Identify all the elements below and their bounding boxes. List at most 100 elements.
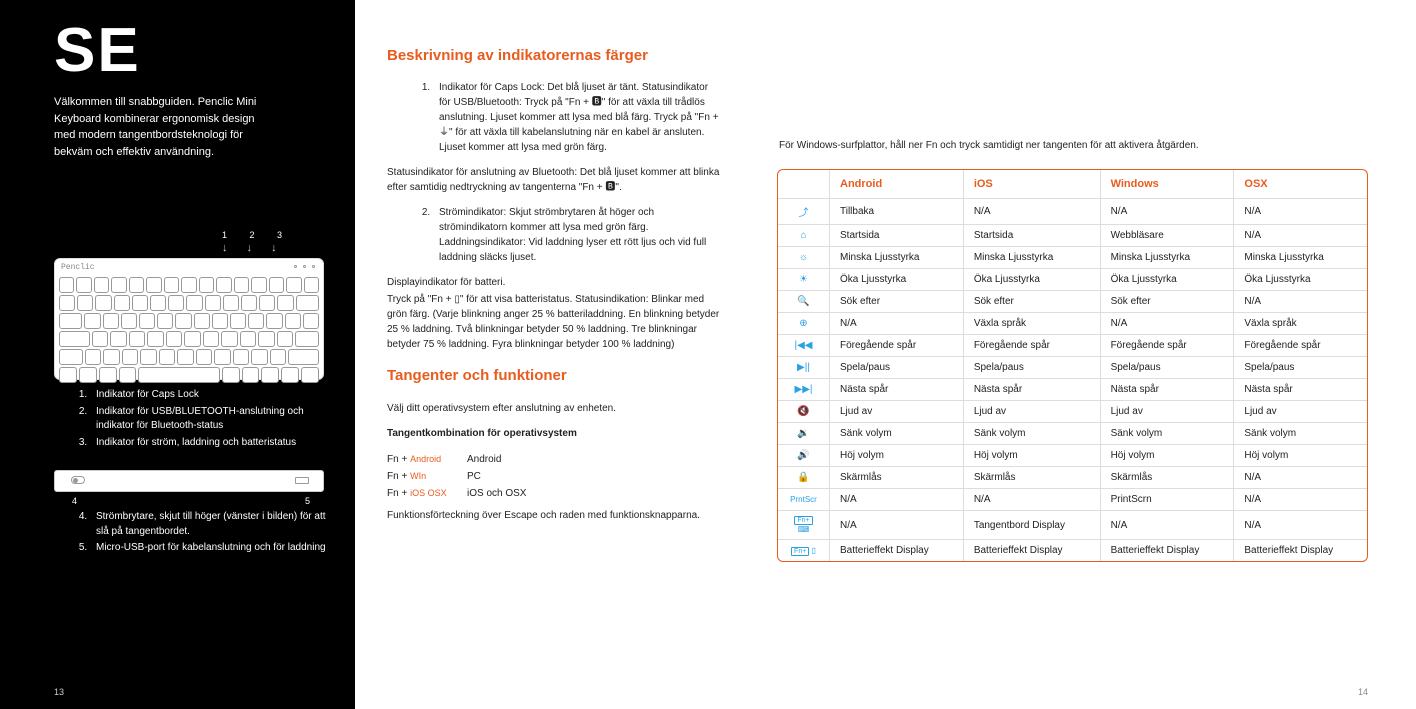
col-osx: OSX	[1234, 170, 1367, 199]
battery-display-desc: Tryck på "Fn + ▯" för att visa batterist…	[387, 292, 721, 352]
table-row: PrntScrN/AN/APrintScrnN/A	[778, 489, 1367, 511]
heading-indicator-colors: Beskrivning av indikatorernas färger	[387, 46, 721, 66]
cell-osx: Minska Ljusstyrka	[1234, 247, 1367, 269]
table-row: 🔉Sänk volymSänk volymSänk volymSänk voly…	[778, 423, 1367, 445]
language-code: SE	[54, 20, 327, 82]
battery-display-heading: Displayindikator för batteri.	[387, 275, 721, 290]
cell-android: N/A	[830, 511, 964, 540]
table-row: |◀◀Föregående spårFöregående spårFöregåe…	[778, 335, 1367, 357]
cell-ios: Spela/paus	[964, 357, 1101, 379]
indicator-list-1: Indikator för Caps Lock Indikator för US…	[54, 388, 327, 450]
cell-android: Batterieffekt Display	[830, 540, 964, 561]
cell-android: Sök efter	[830, 291, 964, 313]
function-icon: Fn+ ▯	[778, 540, 830, 561]
usb-port-icon	[295, 477, 309, 484]
kb-indicator-arrows: ↓ ↓ ↓	[222, 242, 327, 254]
list-item: Indikator för Caps Lock	[90, 388, 327, 403]
function-icon: ☀	[778, 269, 830, 291]
list-item: Indikator för ström, laddning och batter…	[90, 436, 327, 451]
cell-android: Sänk volym	[830, 423, 964, 445]
cell-ios: Öka Ljusstyrka	[964, 269, 1101, 291]
function-table: Android iOS Windows OSX ⤴TillbakaN/AN/AN…	[777, 169, 1368, 562]
cell-osx: Sänk volym	[1234, 423, 1367, 445]
indicator-desc-list-2: Strömindikator: Skjut strömbrytaren åt h…	[387, 205, 721, 265]
cell-osx: Batterieffekt Display	[1234, 540, 1367, 561]
cell-windows: Nästa spår	[1101, 379, 1235, 401]
usb-illustration	[54, 470, 324, 492]
cell-windows: Ljud av	[1101, 401, 1235, 423]
function-icon: ⊕	[778, 313, 830, 335]
cell-windows: N/A	[1101, 313, 1235, 335]
combo-value: PC	[467, 468, 481, 485]
cell-ios: Sänk volym	[964, 423, 1101, 445]
cell-osx: Spela/paus	[1234, 357, 1367, 379]
cell-osx: N/A	[1234, 199, 1367, 225]
keyboard-illustration: Penclic	[54, 258, 324, 380]
combo-list: Fn + AndroidAndroidFn + WInPCFn + iOS OS…	[387, 451, 721, 502]
cell-osx: Öka Ljusstyrka	[1234, 269, 1367, 291]
cell-android: Tillbaka	[830, 199, 964, 225]
usb-label-5: 5	[305, 496, 310, 506]
cell-osx: Föregående spår	[1234, 335, 1367, 357]
function-icon: 🔇	[778, 401, 830, 423]
function-overview-para: Funktionsförteckning över Escape och rad…	[387, 508, 721, 523]
bluetooth-status-para: Statusindikator för anslutning av Blueto…	[387, 165, 721, 195]
indicator-list-2: Strömbrytare, skjut till höger (vänster …	[54, 510, 327, 556]
col-icon	[778, 170, 830, 199]
cell-windows: Öka Ljusstyrka	[1101, 269, 1235, 291]
page-number-left: 13	[54, 687, 64, 697]
function-icon: 🔒	[778, 467, 830, 489]
power-switch-icon	[71, 476, 85, 484]
function-icon: |◀◀	[778, 335, 830, 357]
cell-ios: Minska Ljusstyrka	[964, 247, 1101, 269]
combo-row: Fn + iOS OSXiOS och OSX	[387, 485, 721, 502]
intro-text: Välkommen till snabbguiden. Penclic Mini…	[54, 94, 274, 160]
list-item: Strömindikator: Skjut strömbrytaren åt h…	[433, 205, 721, 265]
cell-android: Höj volym	[830, 445, 964, 467]
mid-panel: Beskrivning av indikatorernas färger Ind…	[355, 0, 745, 709]
table-row: 🔒SkärmlåsSkärmlåsSkärmlåsN/A	[778, 467, 1367, 489]
cell-osx: Ljud av	[1234, 401, 1367, 423]
cell-windows: Minska Ljusstyrka	[1101, 247, 1235, 269]
windows-tablet-note: För Windows-surfplattor, håll ner Fn och…	[779, 138, 1368, 153]
cell-ios: Startsida	[964, 225, 1101, 247]
cell-windows: Spela/paus	[1101, 357, 1235, 379]
function-icon: 🔉	[778, 423, 830, 445]
table-row: ▶||Spela/pausSpela/pausSpela/pausSpela/p…	[778, 357, 1367, 379]
table-row: ⊕N/AVäxla språkN/AVäxla språk	[778, 313, 1367, 335]
cell-windows: N/A	[1101, 511, 1235, 540]
combo-symbol: Android	[410, 454, 441, 464]
cell-ios: Batterieffekt Display	[964, 540, 1101, 561]
cell-windows: Sök efter	[1101, 291, 1235, 313]
cell-windows: Föregående spår	[1101, 335, 1235, 357]
cell-ios: Föregående spår	[964, 335, 1101, 357]
function-icon: 🔊	[778, 445, 830, 467]
combo-subheading: Tangentkombination för operativsystem	[387, 426, 721, 441]
table-row: 🔊Höj volymHöj volymHöj volymHöj volym	[778, 445, 1367, 467]
cell-android: Nästa spår	[830, 379, 964, 401]
cell-windows: Höj volym	[1101, 445, 1235, 467]
cell-android: Öka Ljusstyrka	[830, 269, 964, 291]
col-windows: Windows	[1101, 170, 1235, 199]
combo-key: Fn + Android	[387, 451, 467, 468]
cell-windows: N/A	[1101, 199, 1235, 225]
table-row: ▶▶|Nästa spårNästa spårNästa spårNästa s…	[778, 379, 1367, 401]
keyboard-brand: Penclic	[61, 263, 95, 272]
cell-ios: Ljud av	[964, 401, 1101, 423]
table-row: 🔇Ljud avLjud avLjud avLjud av	[778, 401, 1367, 423]
page-number-right: 14	[1358, 687, 1368, 697]
cell-osx: N/A	[1234, 511, 1367, 540]
cell-osx: Växla språk	[1234, 313, 1367, 335]
combo-value: iOS och OSX	[467, 485, 526, 502]
cell-windows: PrintScrn	[1101, 489, 1235, 511]
cell-windows: Sänk volym	[1101, 423, 1235, 445]
cell-ios: Sök efter	[964, 291, 1101, 313]
usb-label-4: 4	[72, 496, 77, 506]
combo-value: Android	[467, 451, 501, 468]
function-icon: 🔍	[778, 291, 830, 313]
cell-ios: N/A	[964, 199, 1101, 225]
cell-osx: N/A	[1234, 225, 1367, 247]
cell-osx: Höj volym	[1234, 445, 1367, 467]
combo-row: Fn + WInPC	[387, 468, 721, 485]
cell-osx: N/A	[1234, 291, 1367, 313]
